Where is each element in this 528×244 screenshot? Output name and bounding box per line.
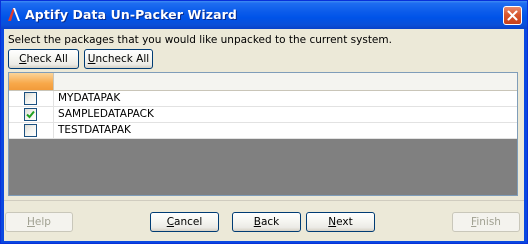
finish-label: inish <box>476 216 501 228</box>
cancel-label: ancel <box>174 216 203 228</box>
check-all-accel: C <box>19 53 27 65</box>
back-label: ack <box>260 216 280 228</box>
checkbox-cell <box>9 91 54 106</box>
package-name: MYDATAPAK <box>58 92 121 104</box>
next-accel: N <box>328 216 337 228</box>
title-bar[interactable]: Aptify Data Un-Packer Wizard <box>1 1 527 29</box>
package-grid[interactable]: MYDATAPAK SAMPLEDATAPACK TESTDATAPAK <box>8 72 518 196</box>
checkbox-cell <box>9 107 54 122</box>
package-row[interactable]: TESTDATAPAK <box>9 123 517 139</box>
cancel-button[interactable]: Cancel <box>150 212 219 232</box>
aptify-logo-icon <box>7 6 21 22</box>
package-checkbox[interactable] <box>24 124 37 137</box>
package-checkbox[interactable] <box>24 108 37 121</box>
package-row[interactable]: SAMPLEDATAPACK <box>9 107 517 123</box>
package-checkbox[interactable] <box>24 92 37 105</box>
package-name: SAMPLEDATAPACK <box>58 108 154 120</box>
cancel-accel: C <box>166 216 175 228</box>
uncheck-all-button[interactable]: Uncheck All <box>84 49 153 69</box>
uncheck-all-label: ncheck All <box>95 53 150 65</box>
back-accel: B <box>253 216 261 228</box>
instruction-text: Select the packages that you would like … <box>8 34 392 46</box>
next-button[interactable]: Next <box>306 212 375 232</box>
package-row[interactable]: MYDATAPAK <box>9 91 517 107</box>
package-name: TESTDATAPAK <box>58 124 131 136</box>
help-accel: H <box>27 216 35 228</box>
back-button[interactable]: Back <box>232 212 301 232</box>
check-all-button[interactable]: Check All <box>8 49 79 69</box>
help-label: elp <box>34 216 51 228</box>
window-title: Aptify Data Un-Packer Wizard <box>25 7 237 22</box>
wizard-body: Select the packages that you would like … <box>4 29 524 241</box>
finish-button[interactable]: Finish <box>452 212 520 232</box>
grid-header <box>9 73 517 91</box>
next-label: ext <box>336 216 353 228</box>
grid-header-corner[interactable] <box>9 73 54 90</box>
wizard-footer: Help Cancel Back Next Finish <box>4 200 524 241</box>
help-button[interactable]: Help <box>5 212 73 232</box>
check-all-label: heck All <box>26 53 68 65</box>
close-button[interactable] <box>503 6 522 25</box>
checkbox-cell <box>9 123 54 138</box>
wizard-window: Aptify Data Un-Packer Wizard Select the … <box>0 0 528 244</box>
